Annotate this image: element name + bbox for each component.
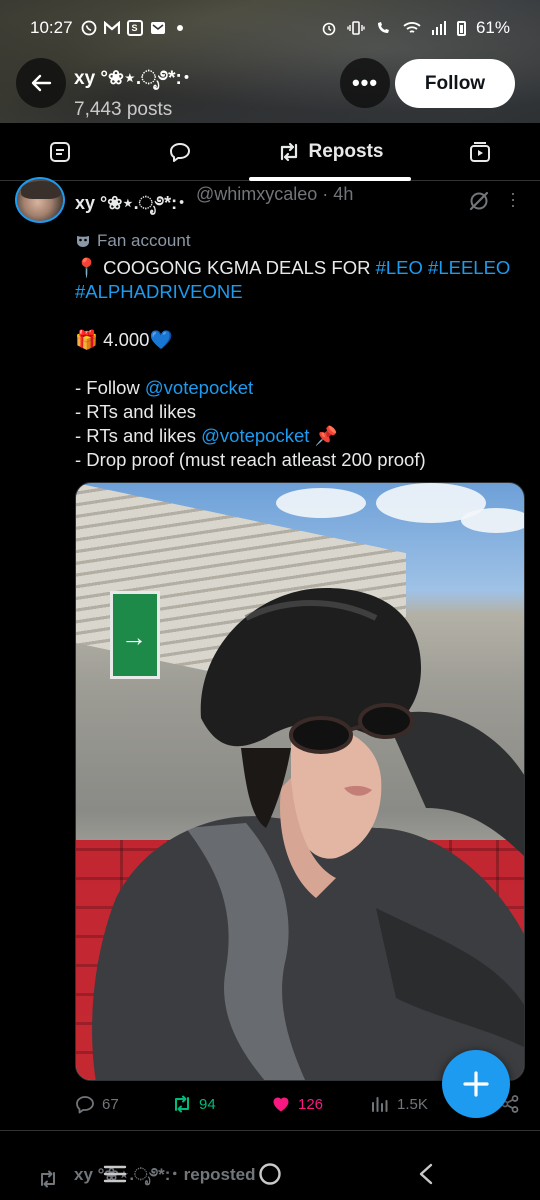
vibrate-icon (347, 21, 365, 35)
grok-icon[interactable] (468, 190, 490, 212)
plus-icon (463, 1071, 489, 1097)
fan-account-label: Fan account (75, 231, 191, 251)
post-line-6: - RTs and likes @votepocket 📌 (75, 424, 530, 448)
like-count: 126 (298, 1095, 324, 1113)
repost-action[interactable]: 94 (172, 1094, 216, 1114)
post-text: - Follow (75, 377, 145, 398)
post-line-4: - Follow @votepocket (75, 376, 530, 400)
battery-percent: 61% (475, 18, 510, 37)
repost-icon (175, 1095, 189, 1113)
tab-replies[interactable] (120, 123, 240, 180)
hashtag-link[interactable]: #ALPHADRIVEONE (75, 281, 243, 302)
author-name[interactable]: xy °❀⋆.ೃ࿔*:･ (75, 184, 186, 234)
reply-icon (76, 1096, 94, 1114)
profile-tabs: Reposts (0, 123, 540, 181)
back-button[interactable] (16, 58, 66, 108)
view-count: 1.5K (397, 1095, 428, 1113)
mention-link[interactable]: @votepocket (145, 377, 253, 398)
follow-button[interactable]: Follow (395, 59, 515, 108)
alarm-icon (322, 22, 336, 36)
article-icon (50, 141, 70, 162)
reply-action[interactable]: 67 (75, 1094, 119, 1114)
repost-count: 94 (199, 1095, 216, 1113)
tab-reposts-label: Reposts (308, 140, 384, 162)
wifi-call-icon (377, 22, 389, 33)
gmail-icon (103, 21, 120, 34)
tab-articles[interactable] (0, 123, 120, 180)
compose-post-button[interactable] (442, 1050, 510, 1118)
post-line-7: - Drop proof (must reach atleast 200 pro… (75, 449, 426, 470)
post-line-5: - RTs and likes (75, 401, 196, 422)
views-icon (372, 1097, 388, 1112)
post-divider (0, 1130, 540, 1131)
mention-link[interactable]: @votepocket (201, 425, 309, 446)
hashtag-link[interactable]: #LEELEO (428, 257, 510, 278)
post-line-3: 🎁 4.000💙 (75, 329, 173, 350)
views-action[interactable]: 1.5K (370, 1094, 428, 1114)
notification-icons: S (81, 20, 183, 36)
heart-icon (273, 1097, 289, 1112)
battery-icon (456, 20, 466, 36)
system-navigation-bar (0, 1148, 540, 1200)
back-nav-icon[interactable] (416, 1162, 436, 1186)
post-line-2: #ALPHADRIVEONE (75, 280, 530, 304)
tab-media[interactable] (420, 123, 540, 180)
author-avatar[interactable] (15, 177, 65, 223)
signal-icon (431, 21, 446, 35)
status-time: 10:27 (30, 18, 73, 37)
post-body: 📍 COOGONG KGMA DEALS FOR #LEO #LEELEO #A… (75, 256, 530, 472)
author-handle-time[interactable]: @whimxycaleo · 4h (196, 184, 353, 205)
post-menu-icon[interactable]: · · · (508, 184, 518, 214)
whatsapp-icon (81, 20, 96, 36)
system-icons: 61% (321, 18, 510, 38)
tab-reposts[interactable]: Reposts (240, 123, 420, 180)
s-app-icon: S (126, 20, 143, 36)
post-text: 📍 COOGONG KGMA DEALS FOR (75, 257, 376, 278)
hashtag-link[interactable]: #LEO (376, 257, 423, 278)
status-bar: 10:27 S 61% (0, 0, 540, 56)
back-arrow-icon (31, 74, 52, 92)
post-text: - RTs and likes (75, 425, 202, 446)
post-text: 📌 (309, 425, 338, 446)
more-dots-icon: ••• (351, 70, 379, 95)
post-count: 7,443 posts (74, 99, 173, 120)
media-icon (470, 141, 490, 162)
person-figure (92, 588, 524, 1080)
like-action[interactable]: 126 (271, 1094, 323, 1114)
post-photo[interactable] (75, 482, 525, 1081)
reply-icon (170, 142, 190, 162)
mail-icon (150, 22, 165, 34)
more-options-button[interactable]: ••• (340, 58, 390, 108)
more-notifications-dot (176, 25, 183, 31)
reply-count: 67 (102, 1095, 119, 1113)
fan-account-text: Fan account (97, 231, 191, 250)
wifi-icon (403, 22, 421, 33)
post-line-1: 📍 COOGONG KGMA DEALS FOR #LEO #LEELEO (75, 256, 530, 280)
recent-apps-icon[interactable] (102, 1162, 128, 1186)
repost-icon (280, 142, 297, 161)
home-icon[interactable] (257, 1161, 283, 1187)
mask-icon (77, 236, 89, 247)
